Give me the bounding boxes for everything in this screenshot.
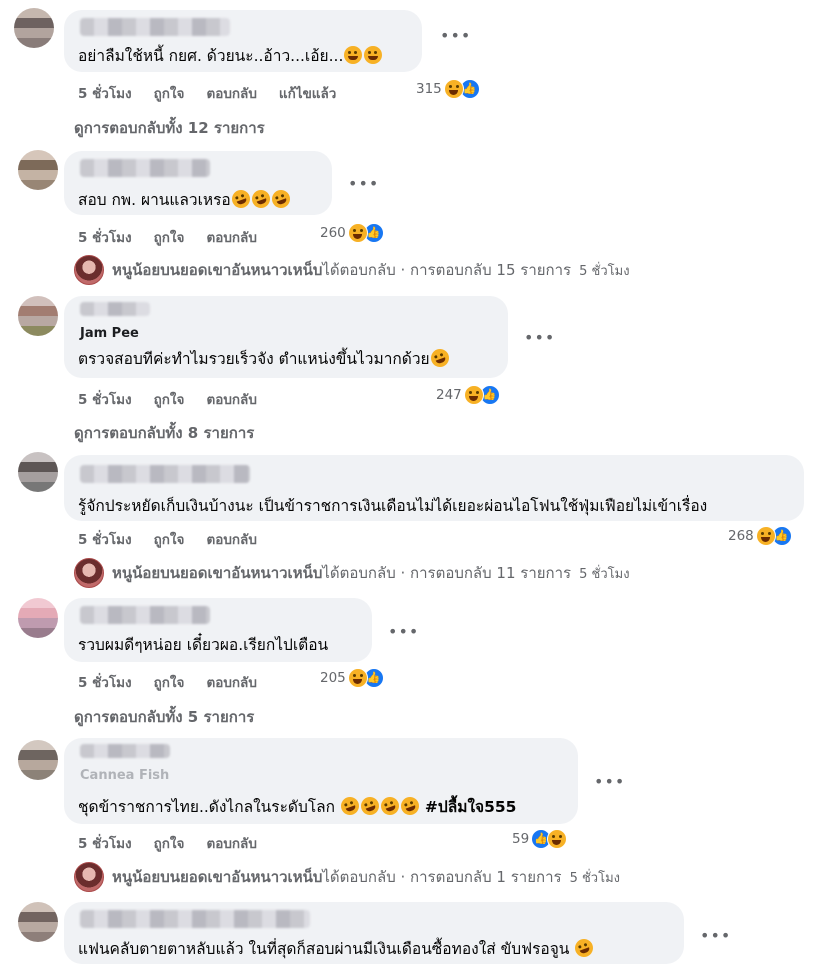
comment-time[interactable]: 5 ชั่วโมง bbox=[78, 230, 132, 246]
reaction-count[interactable]: 315 👍 bbox=[416, 79, 480, 99]
more-dots-icon[interactable]: ••• bbox=[524, 328, 555, 347]
rofl-emoji-icon bbox=[428, 346, 452, 370]
comment-text: รู้จักประหยัดเก็บเงินบ้างนะ เป็นข้าราชกา… bbox=[78, 497, 708, 515]
comment-bubble: อย่าลืมใช้หนี้ กยศ. ด้วยนะ..อ้าว...เอ้ย.… bbox=[64, 10, 422, 72]
reply-action[interactable]: ตอบกลับ bbox=[206, 230, 256, 246]
comment-bubble: Jam Pee ตรวจสอบทีค่ะทำไมรวยเร็วจัง ตำแหน… bbox=[64, 296, 508, 378]
reply-summary[interactable]: หนูน้อยบนยอดเขาอันหนาวเหน็บ ได้ตอบกลับ ·… bbox=[74, 558, 630, 588]
comment-bubble: Cannea Fish ชุดข้าราชการไทย..ดังไกลในระด… bbox=[64, 738, 578, 824]
comment-time[interactable]: 5 ชั่วโมง bbox=[78, 675, 132, 691]
more-dots-icon[interactable]: ••• bbox=[440, 26, 471, 45]
haha-reaction-icon bbox=[443, 79, 464, 99]
replier-avatar bbox=[74, 255, 104, 285]
like-action[interactable]: ถูกใจ bbox=[154, 675, 185, 691]
reply-action[interactable]: ตอบกลับ bbox=[206, 392, 256, 408]
haha-reaction-icon bbox=[547, 829, 568, 849]
like-action[interactable]: ถูกใจ bbox=[154, 836, 185, 852]
rofl-emoji-icon bbox=[269, 187, 293, 211]
reaction-count[interactable]: 268 👍 bbox=[728, 526, 792, 546]
like-action[interactable]: ถูกใจ bbox=[154, 230, 185, 246]
comment-text: อย่าลืมใช้หนี้ กยศ. ด้วยนะ..อ้าว...เอ้ย.… bbox=[78, 43, 383, 68]
comment-time[interactable]: 5 ชั่วโมง bbox=[78, 392, 132, 408]
commenter-name-blurred[interactable] bbox=[80, 302, 150, 316]
reply-action[interactable]: ตอบกลับ bbox=[206, 675, 256, 691]
comment-text: ชุดข้าราชการไทย..ดังไกลในระดับโลก #ปลื้ม… bbox=[78, 794, 516, 819]
reaction-count[interactable]: 59 👍 bbox=[512, 829, 568, 849]
commenter-avatar[interactable] bbox=[18, 452, 58, 492]
comment-bubble: รวบผมดีๆหน่อย เดี๋ยวผอ.เรียกไปเตือน bbox=[64, 598, 372, 662]
reaction-count[interactable]: 205 👍 bbox=[320, 668, 384, 688]
rofl-emoji-icon bbox=[398, 794, 422, 818]
commenter-avatar[interactable] bbox=[18, 740, 58, 780]
commenter-name-blurred[interactable] bbox=[80, 159, 210, 177]
replier-avatar bbox=[74, 558, 104, 588]
comment-actions: 5 ชั่วโมง ถูกใจ ตอบกลับ bbox=[78, 528, 279, 550]
comment-actions: 5 ชั่วโมง ถูกใจ ตอบกลับ bbox=[78, 226, 279, 248]
grin-emoji-icon bbox=[344, 46, 363, 64]
more-dots-icon[interactable]: ••• bbox=[348, 174, 379, 193]
rofl-emoji-icon bbox=[378, 794, 402, 818]
reply-action[interactable]: ตอบกลับ bbox=[206, 836, 256, 852]
comment-text: ตรวจสอบทีค่ะทำไมรวยเร็วจัง ตำแหน่งขึ้นไว… bbox=[78, 346, 452, 371]
comment-text: รวบผมดีๆหน่อย เดี๋ยวผอ.เรียกไปเตือน bbox=[78, 636, 329, 654]
reply-action[interactable]: ตอบกลับ bbox=[206, 86, 256, 102]
reply-summary[interactable]: หนูน้อยบนยอดเขาอันหนาวเหน็บ ได้ตอบกลับ ·… bbox=[74, 255, 630, 285]
haha-reaction-icon bbox=[347, 223, 368, 243]
commenter-name-blurred[interactable] bbox=[80, 465, 250, 483]
commenter-avatar[interactable] bbox=[14, 8, 54, 48]
comment-actions: 5 ชั่วโมง ถูกใจ ตอบกลับ แก้ไขแล้ว bbox=[78, 82, 358, 104]
commenter-name-blurred[interactable] bbox=[80, 606, 210, 624]
commenter-avatar[interactable] bbox=[18, 598, 58, 638]
reaction-count[interactable]: 247 👍 bbox=[436, 385, 500, 405]
comment-text: แฟนคลับตายตาหลับแล้ว ในที่สุดก็สอบผ่านมี… bbox=[78, 936, 596, 961]
rofl-emoji-icon bbox=[338, 794, 362, 818]
commenter-name[interactable]: Cannea Fish bbox=[80, 768, 169, 783]
rofl-emoji-icon bbox=[229, 187, 253, 211]
view-replies-link[interactable]: ดูการตอบกลับทั้ง 12 รายการ bbox=[74, 116, 265, 140]
haha-reaction-icon bbox=[347, 668, 368, 688]
commenter-avatar[interactable] bbox=[18, 296, 58, 336]
comment-actions: 5 ชั่วโมง ถูกใจ ตอบกลับ bbox=[78, 388, 279, 410]
rofl-emoji-icon bbox=[358, 794, 382, 818]
reaction-count[interactable]: 260 👍 bbox=[320, 223, 384, 243]
rofl-emoji-icon bbox=[572, 936, 596, 960]
like-action[interactable]: ถูกใจ bbox=[154, 392, 185, 408]
view-replies-link[interactable]: ดูการตอบกลับทั้ง 5 รายการ bbox=[74, 705, 254, 729]
more-dots-icon[interactable]: ••• bbox=[700, 926, 731, 945]
commenter-name[interactable]: Jam Pee bbox=[80, 326, 139, 341]
commenter-avatar[interactable] bbox=[18, 902, 58, 942]
commenter-name-blurred[interactable] bbox=[80, 910, 310, 928]
comment-actions: 5 ชั่วโมง ถูกใจ ตอบกลับ bbox=[78, 671, 279, 693]
commenter-name-blurred[interactable] bbox=[80, 744, 170, 758]
commenter-name-blurred[interactable] bbox=[80, 18, 230, 36]
rofl-emoji-icon bbox=[249, 187, 273, 211]
comment-bubble: สอบ กพ. ผานแลวเหรอ bbox=[64, 151, 332, 215]
view-replies-link[interactable]: ดูการตอบกลับทั้ง 8 รายการ bbox=[74, 421, 254, 445]
comment-bubble: แฟนคลับตายตาหลับแล้ว ในที่สุดก็สอบผ่านมี… bbox=[64, 902, 684, 964]
hashtag-link[interactable]: #ปลื้มใจ555 bbox=[425, 798, 517, 816]
comment-time[interactable]: 5 ชั่วโมง bbox=[78, 532, 132, 548]
edited-label: แก้ไขแล้ว bbox=[278, 86, 337, 102]
comment-bubble: รู้จักประหยัดเก็บเงินบ้างนะ เป็นข้าราชกา… bbox=[64, 455, 804, 521]
haha-reaction-icon bbox=[755, 526, 776, 546]
like-action[interactable]: ถูกใจ bbox=[154, 86, 185, 102]
comment-text: สอบ กพ. ผานแลวเหรอ bbox=[78, 187, 293, 212]
more-dots-icon[interactable]: ••• bbox=[388, 622, 419, 641]
commenter-avatar[interactable] bbox=[18, 150, 58, 190]
reply-summary[interactable]: หนูน้อยบนยอดเขาอันหนาวเหน็บ ได้ตอบกลับ ·… bbox=[74, 862, 620, 892]
comment-actions: 5 ชั่วโมง ถูกใจ ตอบกลับ bbox=[78, 832, 279, 854]
replier-avatar bbox=[74, 862, 104, 892]
like-action[interactable]: ถูกใจ bbox=[154, 532, 185, 548]
reply-action[interactable]: ตอบกลับ bbox=[206, 532, 256, 548]
haha-reaction-icon bbox=[463, 385, 484, 405]
comment-time[interactable]: 5 ชั่วโมง bbox=[78, 836, 132, 852]
grin-emoji-icon bbox=[364, 46, 383, 64]
comment-time[interactable]: 5 ชั่วโมง bbox=[78, 86, 132, 102]
more-dots-icon[interactable]: ••• bbox=[594, 772, 625, 791]
